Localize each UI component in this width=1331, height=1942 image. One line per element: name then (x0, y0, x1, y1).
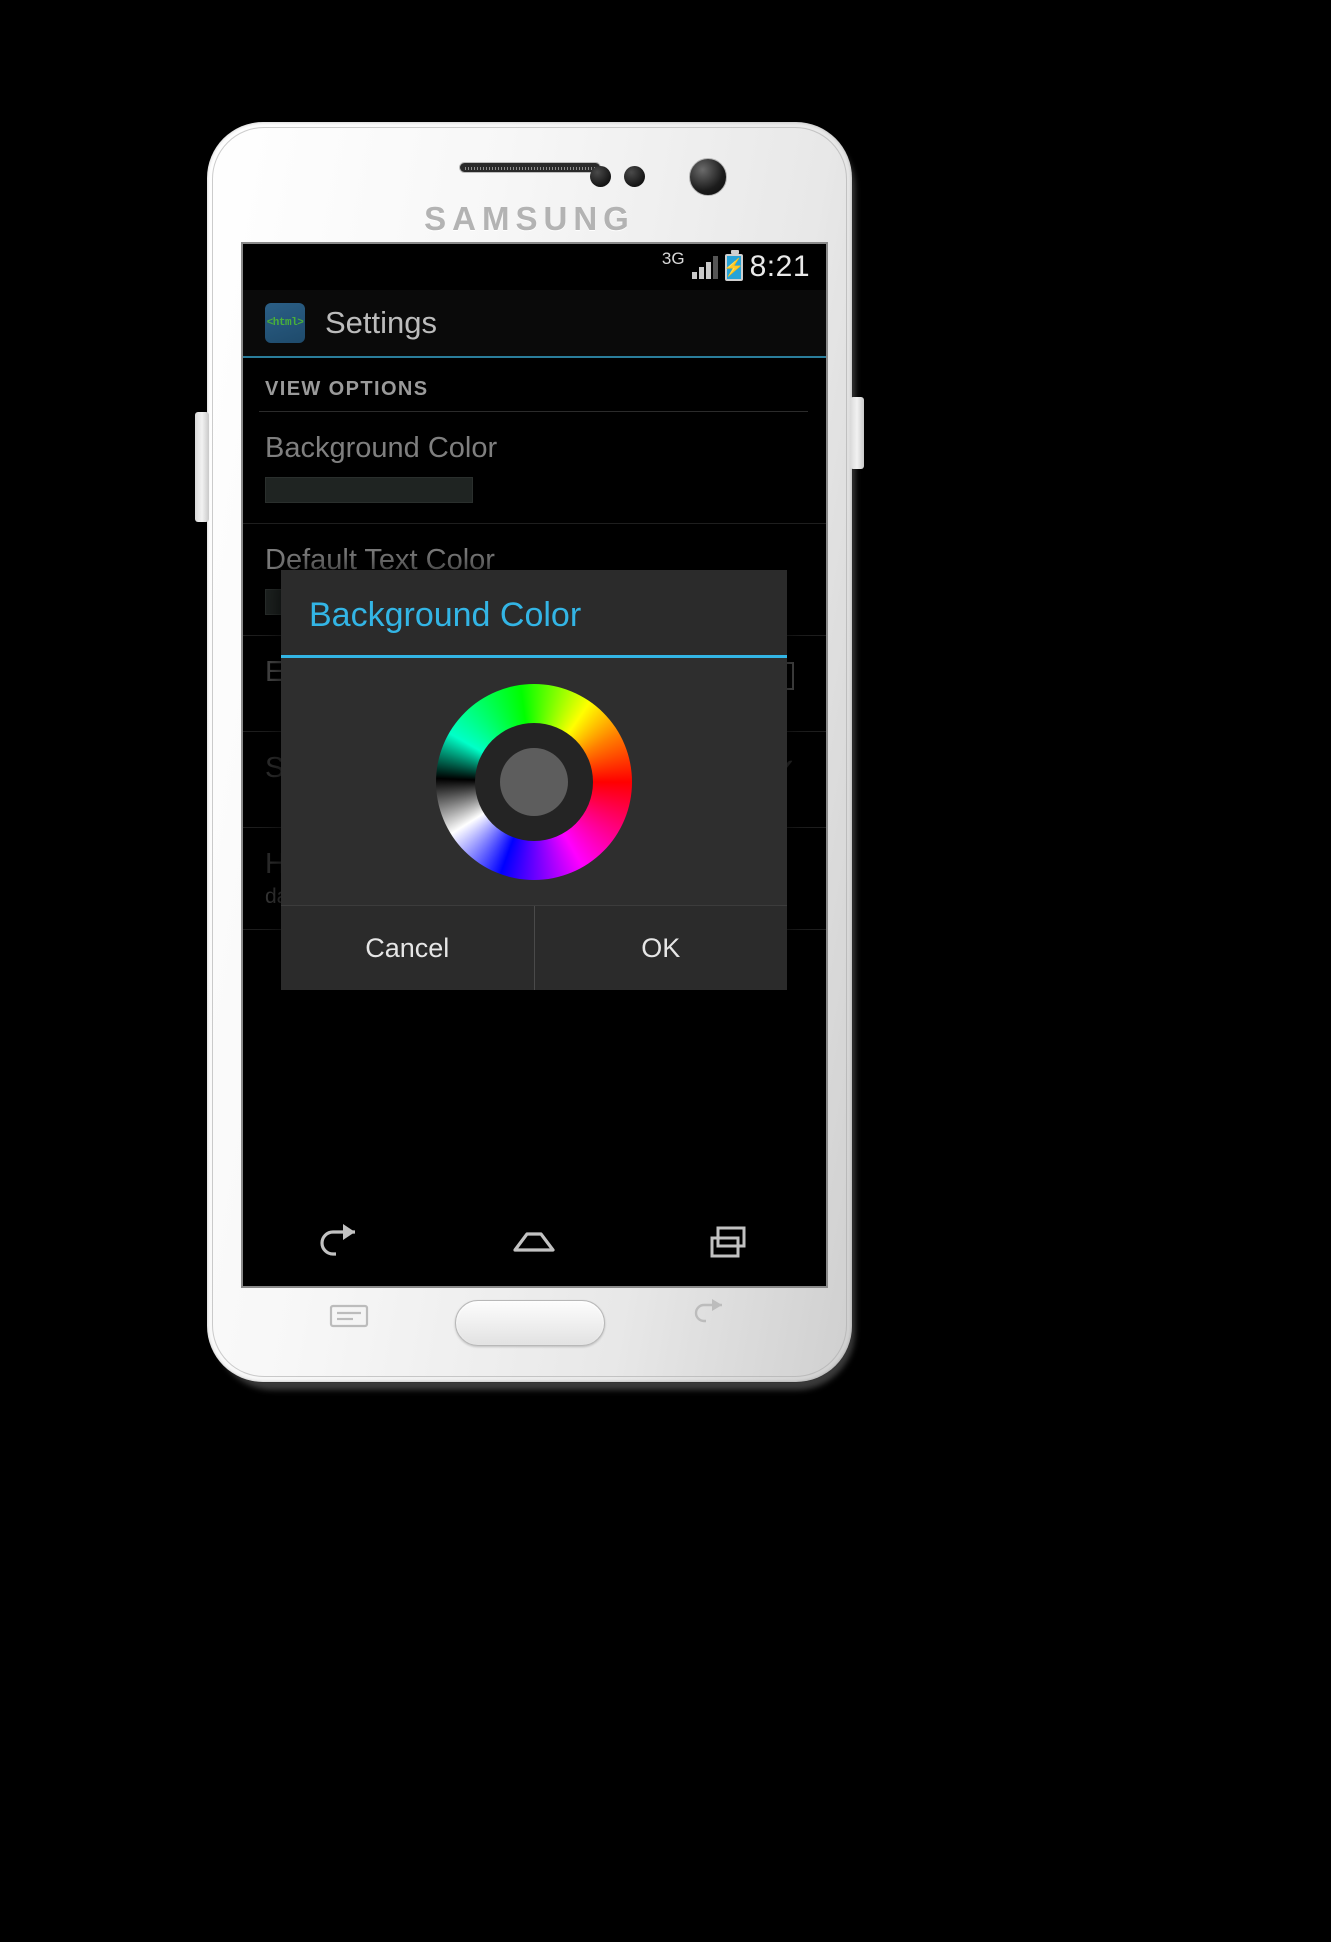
network-type-label: 3G (661, 249, 685, 268)
section-header-view-options: VIEW OPTIONS (259, 358, 808, 412)
status-bar: 3G ⚡ 8:21 (243, 244, 826, 290)
dialog-button-bar: Cancel OK (281, 906, 787, 990)
front-camera-icon (689, 158, 727, 196)
phone-device: SAMSUNG 3G ⚡ 8:21 <html> Settings VIEW O… (195, 122, 867, 1394)
volume-button[interactable] (195, 412, 209, 522)
background-color-swatch[interactable] (265, 477, 473, 503)
phone-body: SAMSUNG 3G ⚡ 8:21 <html> Settings VIEW O… (195, 122, 864, 1382)
home-hardware-button[interactable] (454, 1300, 605, 1346)
sensor-dot-icon (590, 166, 611, 187)
recents-icon[interactable] (698, 1220, 760, 1264)
dialog-title: Background Color (309, 596, 582, 634)
home-icon[interactable] (503, 1220, 565, 1264)
menu-capacitive-key[interactable] (329, 1303, 369, 1334)
navigation-bar (243, 1198, 826, 1286)
signal-bars-icon (691, 255, 718, 279)
app-icon[interactable]: <html> (265, 303, 305, 343)
power-button[interactable] (850, 397, 864, 469)
back-capacitive-key[interactable] (690, 1299, 730, 1334)
pref-background-color[interactable]: Background Color (243, 412, 826, 524)
status-clock: 8:21 (749, 250, 810, 283)
phone-screen: 3G ⚡ 8:21 <html> Settings VIEW OPTIONS B… (243, 244, 826, 1286)
cancel-button[interactable]: Cancel (281, 906, 535, 990)
color-picker-dialog: Background Color Cancel OK (281, 570, 787, 990)
pref-title: Background Color (265, 432, 498, 464)
ok-button[interactable]: OK (534, 906, 787, 990)
action-bar: <html> Settings (243, 290, 826, 358)
back-icon[interactable] (309, 1220, 371, 1264)
page-title: Settings (325, 305, 438, 340)
dialog-body (281, 658, 787, 906)
earpiece-speaker (458, 162, 601, 173)
battery-charging-icon: ⚡ (723, 249, 744, 281)
dialog-title-bar: Background Color (281, 570, 787, 658)
color-wheel-picker[interactable] (436, 683, 632, 880)
app-icon-label: <html> (266, 317, 304, 329)
color-wheel-center-preview[interactable] (500, 747, 568, 816)
sensor-dot-icon (624, 166, 645, 187)
brand-logo: SAMSUNG (424, 200, 635, 237)
